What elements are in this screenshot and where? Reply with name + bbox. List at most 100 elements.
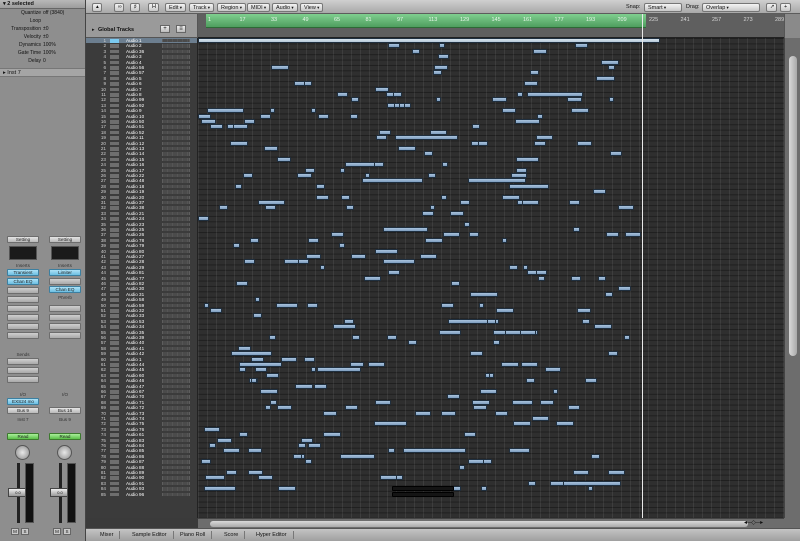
- track-mute-solo-buttons[interactable]: [162, 481, 190, 486]
- audio-region[interactable]: [351, 97, 359, 103]
- audio-region[interactable]: [388, 270, 400, 276]
- audio-region[interactable]: [513, 421, 531, 427]
- audio-region[interactable]: [492, 97, 507, 103]
- audio-region[interactable]: [422, 210, 434, 216]
- track-mute-solo-buttons[interactable]: [162, 287, 190, 291]
- track-mute-solo-buttons[interactable]: [162, 152, 190, 156]
- track-name[interactable]: Audio 18: [126, 184, 144, 189]
- audio-region[interactable]: [364, 275, 381, 281]
- audio-region[interactable]: [375, 399, 391, 405]
- track-mute-solo-buttons[interactable]: [162, 298, 190, 302]
- track-name[interactable]: Audio 11: [126, 135, 144, 140]
- audio-region[interactable]: [520, 329, 536, 335]
- track-mute-solo-buttons[interactable]: [162, 379, 190, 383]
- audio-region[interactable]: [511, 173, 527, 178]
- audio-region[interactable]: [217, 437, 232, 443]
- track-name[interactable]: Audio 27: [126, 254, 144, 259]
- track-name[interactable]: Audio 9: [126, 108, 142, 113]
- audio-region[interactable]: [331, 232, 344, 238]
- insert-slot-1[interactable]: Limiter: [49, 269, 81, 276]
- audio-region[interactable]: [350, 362, 364, 367]
- audio-region[interactable]: [387, 335, 397, 340]
- audio-region[interactable]: [571, 275, 581, 281]
- scroll-thumb[interactable]: [210, 521, 748, 527]
- audio-region[interactable]: [408, 340, 417, 346]
- track-mute-solo-buttons[interactable]: [162, 249, 190, 253]
- track-name[interactable]: Audio 39: [126, 335, 144, 340]
- audio-region[interactable]: [526, 378, 535, 384]
- audio-region[interactable]: [244, 119, 255, 124]
- audio-region[interactable]: [509, 448, 530, 454]
- audio-region[interactable]: [469, 232, 479, 238]
- track-name[interactable]: Audio 4: [126, 60, 142, 65]
- audio-region[interactable]: [496, 308, 514, 313]
- track-mute-solo-buttons[interactable]: [162, 93, 190, 97]
- track-mute-solo-buttons[interactable]: [162, 130, 190, 135]
- audio-region[interactable]: [269, 335, 276, 340]
- track-name[interactable]: Audio 10: [126, 114, 144, 119]
- track-name[interactable]: Audio 13: [126, 146, 144, 151]
- audio-region[interactable]: [618, 286, 631, 292]
- audio-region[interactable]: [502, 194, 520, 200]
- track-mute-solo-buttons[interactable]: [162, 411, 190, 415]
- audio-region[interactable]: [403, 448, 466, 454]
- track-name[interactable]: Audio 15: [126, 157, 144, 162]
- audio-region[interactable]: [323, 410, 337, 416]
- track-mute-solo-buttons[interactable]: [162, 346, 190, 351]
- track-name[interactable]: Audio 42: [126, 351, 144, 356]
- audio-region[interactable]: [204, 486, 236, 492]
- track-name[interactable]: Audio 81: [126, 270, 144, 275]
- track-mute-solo-buttons[interactable]: [162, 444, 190, 448]
- track-mute-solo-buttons[interactable]: [162, 265, 190, 270]
- param-value[interactable]: [43, 17, 85, 25]
- audio-region[interactable]: [260, 389, 278, 394]
- audio-region[interactable]: [415, 410, 431, 416]
- audio-region[interactable]: [540, 399, 554, 405]
- insert-slot-2[interactable]: Chan EQ: [7, 278, 39, 285]
- param-row[interactable]: Quantize off (3840): [0, 9, 85, 17]
- audio-region[interactable]: [392, 491, 454, 497]
- audio-region[interactable]: [530, 70, 539, 76]
- track-mute-solo-buttons[interactable]: [162, 179, 190, 183]
- audio-region[interactable]: [226, 470, 237, 475]
- audio-region[interactable]: [305, 167, 315, 173]
- track-mute-solo-buttons[interactable]: [162, 406, 190, 410]
- audio-region[interactable]: [201, 119, 216, 124]
- track-mute-solo-buttons[interactable]: [162, 395, 190, 399]
- audio-region[interactable]: [582, 318, 590, 324]
- track-name[interactable]: Audio 33: [126, 313, 144, 318]
- track-name[interactable]: Audio 16: [126, 162, 144, 167]
- track-mute-solo-buttons[interactable]: [162, 309, 190, 313]
- track-name[interactable]: Audio 29: [126, 265, 144, 270]
- zoom-in-icon[interactable]: ▸: [760, 520, 763, 526]
- audio-region[interactable]: [485, 372, 490, 378]
- track-mute-solo-buttons[interactable]: [162, 292, 190, 297]
- audio-region[interactable]: [468, 459, 484, 465]
- audio-region[interactable]: [470, 291, 498, 297]
- audio-region[interactable]: [308, 443, 321, 448]
- track-mute-solo-buttons[interactable]: [162, 314, 190, 318]
- audio-region[interactable]: [231, 351, 272, 357]
- audio-region[interactable]: [502, 237, 507, 243]
- track-name[interactable]: Audio 12: [126, 141, 144, 146]
- audio-region[interactable]: [534, 140, 546, 146]
- track-name[interactable]: Audio 25: [126, 227, 144, 232]
- track-name[interactable]: Audio 60: [126, 373, 144, 378]
- audio-region[interactable]: [311, 367, 316, 373]
- track-mute-solo-buttons[interactable]: [162, 422, 190, 426]
- track-name[interactable]: Audio 31: [126, 292, 144, 297]
- audio-menu[interactable]: Audio: [272, 3, 298, 12]
- audio-region[interactable]: [253, 313, 262, 319]
- audio-region[interactable]: [577, 308, 591, 313]
- drag-select[interactable]: Overlap: [702, 3, 760, 12]
- track-row[interactable]: 85 Audio 96: [86, 492, 197, 497]
- audio-region[interactable]: [219, 205, 228, 211]
- track-inspector-header[interactable]: ▸ Inst 7: [0, 68, 85, 77]
- audio-region[interactable]: [472, 124, 480, 130]
- audio-region[interactable]: [333, 324, 356, 330]
- track-name[interactable]: Audio 45: [126, 367, 144, 372]
- insert-slot-8[interactable]: [7, 332, 39, 339]
- midi-menu[interactable]: MIDI: [247, 3, 271, 12]
- audio-region[interactable]: [568, 405, 580, 411]
- audio-region[interactable]: [430, 205, 435, 211]
